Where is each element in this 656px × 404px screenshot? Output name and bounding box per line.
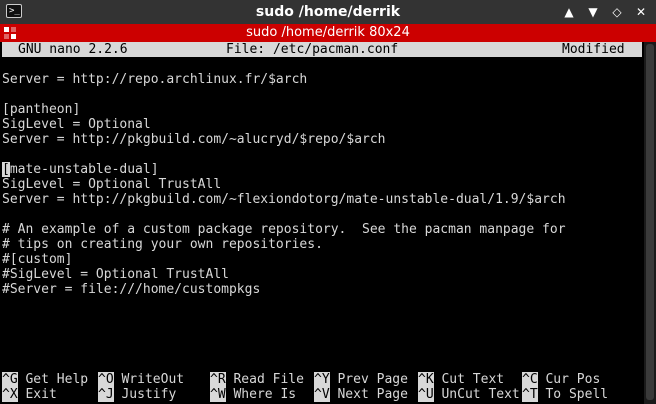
shortcut-item: ^O WriteOut <box>98 372 184 387</box>
shortcut-label: Prev Page <box>337 372 408 387</box>
shortcut-item: ^R Read File <box>210 372 304 387</box>
editor-line[interactable]: SigLevel = Optional <box>2 117 642 132</box>
editor-line[interactable]: [pantheon] <box>2 102 642 117</box>
maximize-icon[interactable]: ◇ <box>608 3 626 21</box>
shortcut-key: ^K <box>418 372 434 387</box>
shortcut-key: ^X <box>2 387 18 402</box>
editor-line[interactable]: SigLevel = Optional TrustAll <box>2 177 642 192</box>
shortcut-item: ^K Cut Text <box>418 372 504 387</box>
editor-line[interactable]: Server = http://repo.archlinux.fr/$arch <box>2 72 642 87</box>
shortcut-label: WriteOut <box>121 372 185 387</box>
terminal-scrollbar[interactable] <box>644 42 656 404</box>
shortcut-key: ^V <box>314 387 330 402</box>
editor-line[interactable]: Server = http://pkgbuild.com/~flexiondot… <box>2 192 642 207</box>
editor-line[interactable] <box>2 57 642 72</box>
shortcut-key: ^C <box>522 372 538 387</box>
editor-line[interactable] <box>2 87 642 102</box>
tab-title: sudo /home/derrik 80x24 <box>246 25 410 40</box>
shortcut-key: ^J <box>98 387 114 402</box>
editor-line[interactable]: #SigLevel = Optional TrustAll <box>2 267 642 282</box>
window-title: sudo /home/derrik <box>255 4 401 20</box>
editor-line[interactable] <box>2 147 642 162</box>
editor-line-text: mate-unstable-dual] <box>9 162 159 177</box>
editor-line[interactable] <box>2 207 642 222</box>
shortcut-label: Cur Pos <box>545 372 601 387</box>
editor-line[interactable] <box>2 327 642 342</box>
shortcut-item: ^G Get Help <box>2 372 88 387</box>
nano-modified-status: Modified <box>562 42 625 57</box>
text-cursor: [ <box>2 162 10 177</box>
editor-buffer[interactable]: Server = http://repo.archlinux.fr/$arch [… <box>2 57 642 372</box>
editor-line[interactable] <box>2 357 642 372</box>
shortcut-item: ^T To Spell <box>522 387 608 402</box>
shortcut-key: ^U <box>418 387 434 402</box>
shortcut-item: ^W Where Is <box>210 387 296 402</box>
shortcut-label: Exit <box>25 387 57 402</box>
shortcut-item: ^V Next Page <box>314 387 408 402</box>
shortcut-item: ^X Exit <box>2 387 57 402</box>
terminal-tab[interactable]: sudo /home/derrik 80x24 <box>0 24 656 42</box>
arrow-down-icon[interactable]: ▼ <box>584 3 602 21</box>
editor-line[interactable]: # An example of a custom package reposit… <box>2 222 642 237</box>
shortcut-label: Where Is <box>233 387 297 402</box>
shortcut-key: ^Y <box>314 372 330 387</box>
shortcut-key: ^T <box>522 387 538 402</box>
shortcut-bar: ^G Get Help ^O WriteOut ^R Read File ^Y Pre… <box>2 372 642 402</box>
editor-line[interactable]: Server = http://pkgbuild.com/~alucryd/$r… <box>2 132 642 147</box>
shortcut-item: ^C Cur Pos <box>522 372 600 387</box>
shortcut-key: ^R <box>210 372 226 387</box>
scrollbar-thumb[interactable] <box>646 44 654 400</box>
shortcut-label: Next Page <box>337 387 408 402</box>
editor-line[interactable] <box>2 342 642 357</box>
shortcut-key: ^O <box>98 372 114 387</box>
shortcut-label: UnCut Text <box>441 387 520 402</box>
editor-line[interactable] <box>2 312 642 327</box>
shortcut-label: Read File <box>233 372 304 387</box>
terminal-screen[interactable]: GNU nano 2.2.6 File: /etc/pacman.conf Mo… <box>2 42 642 404</box>
shortcut-label: Cut Text <box>441 372 505 387</box>
nano-filename: File: /etc/pacman.conf <box>226 42 399 57</box>
close-icon[interactable]: ✕ <box>632 3 650 21</box>
nano-header: GNU nano 2.2.6 File: /etc/pacman.conf Mo… <box>2 42 642 57</box>
editor-line[interactable]: # tips on creating your own repositories… <box>2 237 642 252</box>
window-titlebar[interactable]: >_ sudo /home/derrik ▲ ▼ ◇ ✕ <box>0 0 656 24</box>
shortcut-item: ^J Justify <box>98 387 176 402</box>
editor-line[interactable]: #[custom] <box>2 252 642 267</box>
editor-line[interactable] <box>2 297 642 312</box>
nano-version: GNU nano 2.2.6 <box>18 42 128 57</box>
shortcut-item: ^U UnCut Text <box>418 387 520 402</box>
shortcut-item: ^Y Prev Page <box>314 372 408 387</box>
editor-line[interactable]: #Server = file:///home/custompkgs <box>2 282 642 297</box>
shortcut-key: ^G <box>2 372 18 387</box>
shortcut-label: Justify <box>121 387 177 402</box>
shortcut-label: To Spell <box>545 387 609 402</box>
arrow-up-icon[interactable]: ▲ <box>560 3 578 21</box>
shortcut-label: Get Help <box>25 372 89 387</box>
editor-line[interactable]: [mate-unstable-dual] <box>2 162 642 177</box>
shortcut-key: ^W <box>210 387 226 402</box>
